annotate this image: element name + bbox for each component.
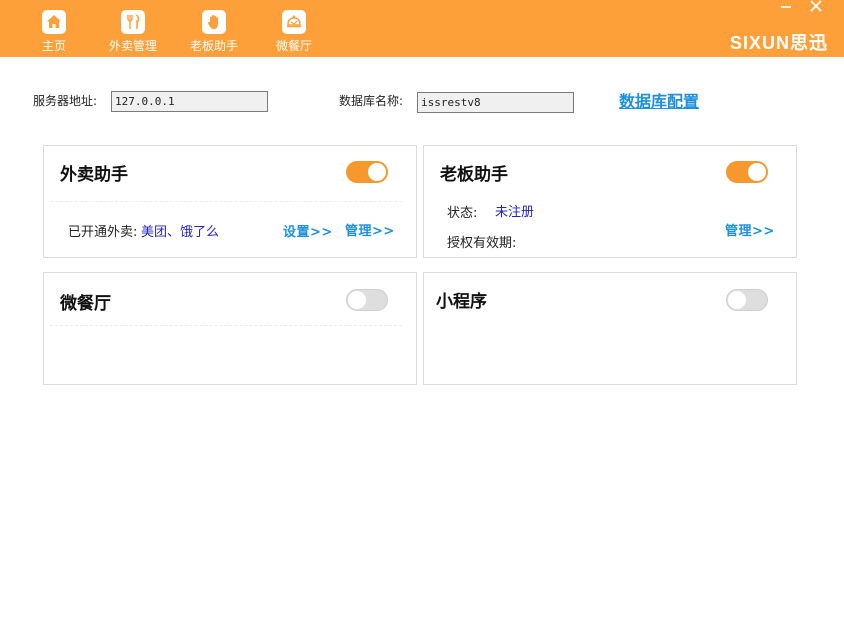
hand-icon: [202, 10, 226, 34]
card-title: 小程序: [436, 292, 487, 312]
server-address-input[interactable]: [111, 91, 268, 112]
nav-label-takeout-management: 外卖管理: [108, 39, 157, 53]
takeout-settings-link[interactable]: 设置>>: [283, 225, 333, 241]
mini-program-toggle[interactable]: [726, 289, 768, 311]
nav-label-home: 主页: [41, 39, 66, 53]
database-config-link[interactable]: 数据库配置: [619, 92, 699, 112]
nav-item-micro-restaurant[interactable]: 微餐厅: [254, 10, 334, 53]
takeout-manage-link[interactable]: 管理>>: [345, 224, 395, 240]
divider: [50, 201, 402, 202]
opened-takeout-label: 已开通外卖:: [68, 225, 138, 240]
micro-restaurant-toggle[interactable]: [346, 289, 388, 311]
database-name-input[interactable]: [417, 92, 574, 113]
close-icon: [810, 0, 822, 12]
nav-label-micro-restaurant: 微餐厅: [275, 39, 312, 53]
nav-item-home[interactable]: 主页: [14, 10, 94, 53]
card-title: 老板助手: [440, 165, 508, 185]
fork-knife-icon: [121, 10, 145, 34]
restaurant-icon: [282, 10, 306, 34]
micro-restaurant-card: 微餐厅: [43, 272, 417, 385]
close-button[interactable]: [805, 0, 827, 14]
top-navigation-bar: 主页 外卖管理 老板助手 微餐厅 SIXUN思迅: [0, 0, 844, 57]
status-value: 未注册: [495, 205, 535, 220]
card-title: 外卖助手: [60, 165, 128, 185]
minimize-icon: [781, 6, 791, 8]
database-name-label: 数据库名称:: [339, 94, 404, 108]
card-title: 微餐厅: [60, 294, 111, 314]
status-label: 状态:: [447, 206, 478, 221]
opened-takeout-value: 美团、饿了么: [141, 225, 220, 240]
minimize-button[interactable]: [775, 0, 797, 14]
takeout-assistant-card: 外卖助手 已开通外卖: 美团、饿了么 设置>> 管理>>: [43, 145, 417, 258]
nav-label-boss-assistant: 老板助手: [189, 39, 238, 53]
takeout-assistant-toggle[interactable]: [346, 161, 388, 183]
server-address-label: 服务器地址:: [33, 94, 98, 108]
boss-assistant-card: 老板助手 状态: 未注册 授权有效期: 管理>>: [423, 145, 797, 258]
toggle-knob: [348, 291, 366, 309]
license-validity-label: 授权有效期:: [447, 236, 517, 251]
home-icon: [42, 10, 66, 34]
boss-assistant-toggle[interactable]: [726, 161, 768, 183]
toggle-knob: [748, 163, 766, 181]
nav-item-boss-assistant[interactable]: 老板助手: [174, 10, 254, 53]
toggle-knob: [728, 291, 746, 309]
boss-manage-link[interactable]: 管理>>: [725, 224, 775, 240]
divider: [50, 325, 402, 326]
brand-logo: SIXUN思迅: [729, 33, 828, 53]
mini-program-card: 小程序: [423, 272, 797, 385]
nav-item-takeout-management[interactable]: 外卖管理: [93, 10, 173, 53]
toggle-knob: [368, 163, 386, 181]
